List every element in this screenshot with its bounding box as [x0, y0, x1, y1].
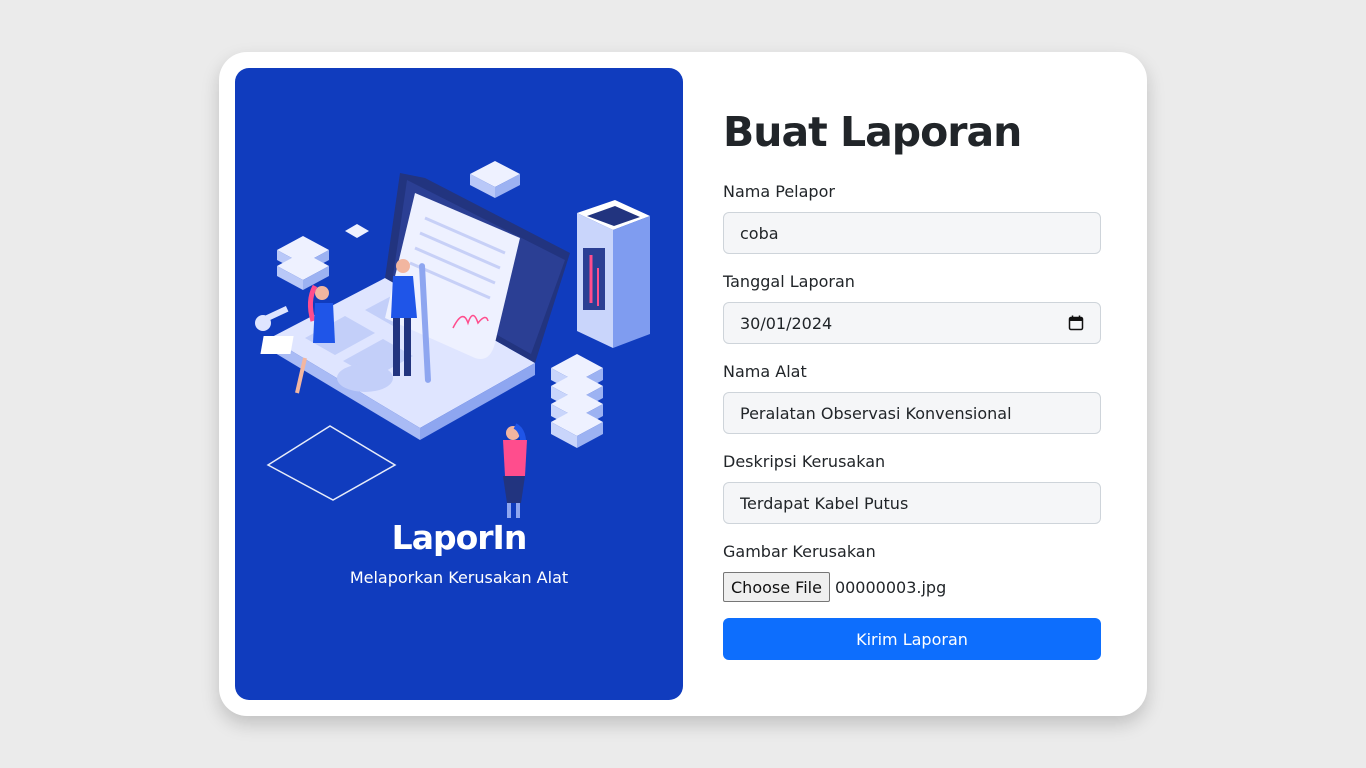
brand-title: LaporIn	[391, 518, 528, 557]
deskripsi-kerusakan-input[interactable]: Terdapat Kabel Putus	[723, 482, 1101, 524]
brand-tagline: Melaporkan Kerusakan Alat	[349, 568, 569, 587]
brand-panel: LaporIn Melaporkan Kerusakan Alat	[235, 68, 683, 700]
selected-file-name: 00000003.jpg	[834, 577, 947, 597]
report-signing-illustration	[255, 161, 650, 518]
tanggal-laporan-label: Tanggal Laporan	[723, 272, 855, 291]
nama-alat-input[interactable]: Peralatan Observasi Konvensional	[723, 392, 1101, 434]
kirim-laporan-button[interactable]: Kirim Laporan	[723, 618, 1101, 660]
nama-pelapor-label: Nama Pelapor	[723, 182, 835, 201]
deskripsi-kerusakan-value: Terdapat Kabel Putus	[740, 493, 909, 513]
gambar-kerusakan-file-input: Choose File 00000003.jpg	[723, 572, 946, 602]
tanggal-laporan-value: 30/01/2024	[740, 313, 833, 333]
nama-pelapor-value: coba	[740, 223, 779, 243]
nama-pelapor-input[interactable]: coba	[723, 212, 1101, 254]
nama-alat-label: Nama Alat	[723, 362, 807, 381]
choose-file-button[interactable]: Choose File	[723, 572, 830, 602]
nama-alat-value: Peralatan Observasi Konvensional	[740, 403, 1012, 423]
gambar-kerusakan-label: Gambar Kerusakan	[723, 542, 876, 561]
calendar-icon[interactable]	[1068, 315, 1084, 331]
page-title: Buat Laporan	[723, 108, 1022, 156]
deskripsi-kerusakan-label: Deskripsi Kerusakan	[723, 452, 886, 471]
tanggal-laporan-input[interactable]: 30/01/2024	[723, 302, 1101, 344]
report-card: LaporIn Melaporkan Kerusakan Alat Buat L…	[219, 52, 1147, 716]
report-form: Buat Laporan Nama Pelapor coba Tanggal L…	[723, 52, 1101, 716]
